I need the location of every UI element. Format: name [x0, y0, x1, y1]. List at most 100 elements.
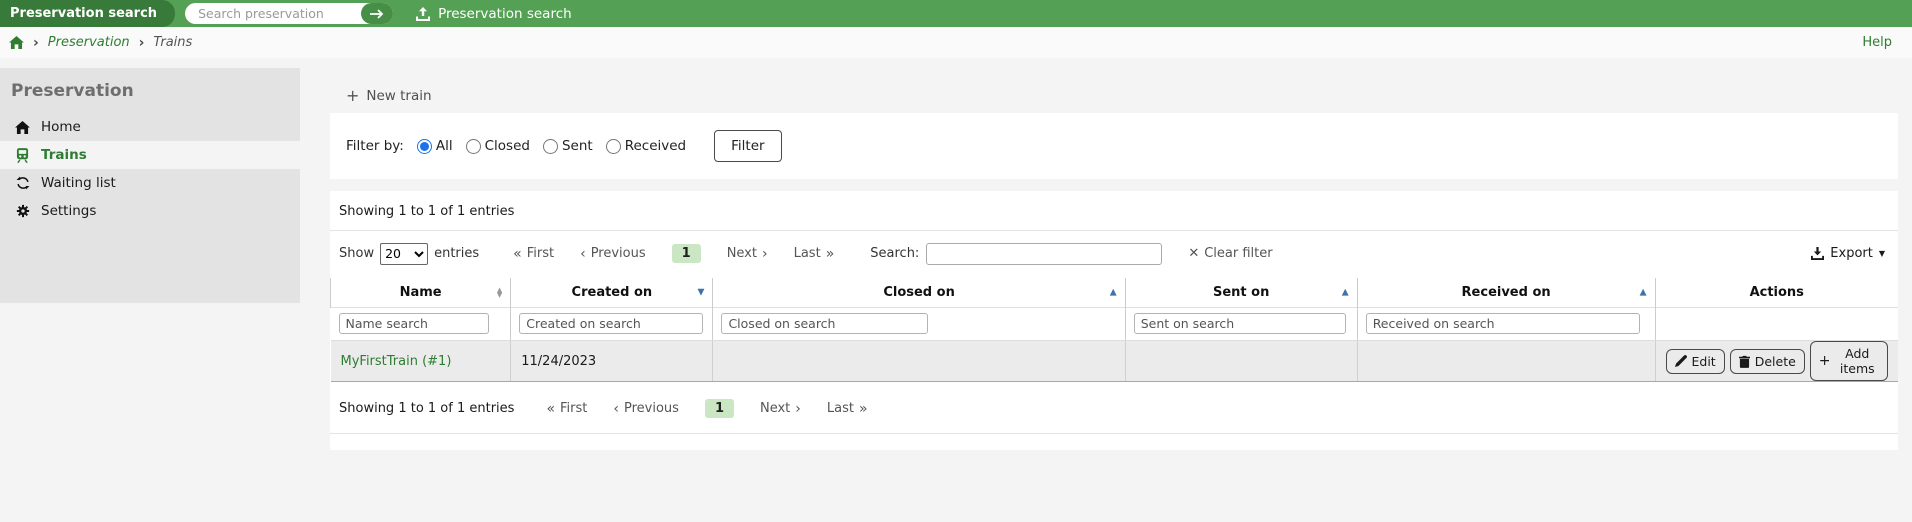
new-train-button[interactable]: + New train: [330, 86, 432, 105]
delete-button[interactable]: Delete: [1729, 348, 1805, 374]
created-on-cell: 11/24/2023: [510, 340, 713, 382]
chevron-right-icon: ›: [33, 34, 39, 51]
filter-radio-all[interactable]: All: [416, 138, 453, 154]
received-on-cell: [1356, 340, 1655, 382]
home-icon: [14, 120, 31, 134]
table-search-input[interactable]: [926, 242, 1163, 265]
pencil-icon: [1674, 355, 1687, 367]
sidebar-item-waiting-list[interactable]: Waiting list: [0, 169, 300, 197]
chevron-right-icon: ›: [795, 400, 801, 417]
table-panel: Showing 1 to 1 of 1 entries Show 20 entr…: [329, 191, 1898, 450]
next-page-button[interactable]: Next ›: [727, 246, 768, 261]
closed-on-search-input[interactable]: [721, 313, 929, 334]
created-on-search-input[interactable]: [519, 313, 703, 334]
add-items-button[interactable]: + Add items: [1809, 341, 1888, 381]
trash-icon: [1738, 355, 1750, 368]
radio-all-input[interactable]: [416, 138, 432, 154]
column-filter-row: [330, 307, 1898, 341]
pagination-top: « First ‹ Previous 1 Next › Last »: [513, 244, 834, 263]
filter-button[interactable]: Filter: [714, 130, 782, 162]
radio-received-input[interactable]: [605, 138, 621, 154]
previous-page-button[interactable]: ‹ Previous: [580, 246, 646, 261]
preservation-search-tab[interactable]: Preservation search: [0, 0, 176, 27]
column-header-created-on[interactable]: Created on ▼: [510, 278, 713, 308]
chevron-right-icon: ›: [138, 34, 145, 51]
show-label: Show: [339, 246, 375, 261]
sidebar-item-label: Trains: [41, 147, 87, 163]
main-area: Preservation Home Trains Waiting list Se…: [0, 58, 1912, 450]
sort-asc-icon: ▲: [1109, 287, 1117, 297]
filter-by-label: Filter by:: [346, 138, 404, 154]
radio-received-label: Received: [624, 138, 687, 154]
filter-radio-closed[interactable]: Closed: [465, 138, 530, 154]
sort-asc-icon: ▲: [1341, 287, 1349, 297]
filter-radio-received[interactable]: Received: [605, 138, 687, 154]
sort-unsorted-icon: ▲ ▼: [496, 285, 503, 299]
breadcrumb-preservation[interactable]: Preservation: [48, 35, 130, 50]
chevron-left-icon: ‹: [613, 400, 619, 417]
upload-icon: [416, 6, 431, 21]
current-page-button[interactable]: 1: [704, 399, 734, 418]
download-icon: [1811, 247, 1825, 260]
filter-panel: Filter by: All Closed Sent Received Filt…: [330, 113, 1898, 179]
topbar: Preservation search Preservation search: [0, 0, 1912, 27]
first-page-button[interactable]: « First: [513, 246, 554, 261]
bottom-bar: Showing 1 to 1 of 1 entries « First ‹ Pr…: [330, 382, 1898, 433]
first-page-button[interactable]: « First: [546, 401, 587, 416]
arrow-right-icon: [370, 8, 384, 19]
name-search-input[interactable]: [338, 313, 489, 334]
double-chevron-left-icon: «: [513, 245, 522, 262]
table-controls: Show 20 entries « First ‹ Previous 1 Nex…: [330, 231, 1898, 276]
divider: [330, 433, 1898, 434]
received-on-search-input[interactable]: [1365, 313, 1641, 334]
page-size-select[interactable]: 20: [380, 242, 429, 265]
train-name-link[interactable]: MyFirstTrain (#1): [341, 354, 452, 369]
sort-desc-icon: ▼: [697, 287, 705, 297]
next-page-button[interactable]: Next ›: [760, 401, 801, 416]
last-page-button[interactable]: Last »: [827, 401, 868, 416]
topbar-section-text: Preservation search: [438, 5, 572, 22]
sidebar-item-trains[interactable]: Trains: [0, 141, 300, 169]
home-icon[interactable]: [9, 36, 24, 49]
radio-sent-input[interactable]: [542, 138, 558, 154]
column-header-received-on[interactable]: Received on ▲: [1356, 278, 1655, 308]
breadcrumb-trains: Trains: [153, 35, 193, 50]
chevron-left-icon: ‹: [580, 245, 586, 262]
column-header-sent-on[interactable]: Sent on ▲: [1124, 278, 1358, 308]
sent-on-search-input[interactable]: [1133, 313, 1346, 334]
column-header-name[interactable]: Name ▲ ▼: [329, 278, 511, 308]
gear-icon: [14, 204, 31, 218]
new-train-label: New train: [366, 88, 432, 104]
radio-closed-input[interactable]: [465, 138, 481, 154]
radio-all-label: All: [435, 138, 453, 154]
previous-page-button[interactable]: ‹ Previous: [613, 401, 679, 416]
recycle-icon: [14, 176, 31, 190]
table-header-row: Name ▲ ▼ Created on ▼ Closed on ▲ Sent o…: [329, 278, 1898, 308]
clear-filter-button[interactable]: ✕ Clear filter: [1188, 246, 1272, 261]
train-icon: [14, 147, 31, 163]
closed-on-cell: [712, 340, 1126, 382]
caret-down-icon: ▼: [1878, 248, 1885, 258]
content: + New train Filter by: All Closed Sent R…: [329, 58, 1898, 450]
results-summary-top: Showing 1 to 1 of 1 entries: [339, 204, 515, 219]
radio-closed-label: Closed: [484, 138, 530, 154]
current-page-button[interactable]: 1: [671, 244, 701, 263]
breadcrumb: › Preservation › Trains: [9, 35, 192, 50]
last-page-button[interactable]: Last »: [794, 246, 835, 261]
chevron-right-icon: ›: [761, 245, 768, 262]
sidebar-item-settings[interactable]: Settings: [0, 197, 300, 225]
plus-icon: +: [346, 86, 360, 105]
help-link[interactable]: Help: [1862, 35, 1892, 50]
sidebar-item-home[interactable]: Home: [0, 113, 300, 141]
sort-asc-icon: ▲: [1639, 287, 1647, 297]
sidebar-item-label: Home: [41, 119, 81, 135]
entries-label: entries: [434, 246, 480, 261]
column-header-closed-on[interactable]: Closed on ▲: [712, 278, 1126, 308]
pagination-bottom: « First ‹ Previous 1 Next › Last »: [546, 399, 868, 418]
topbar-search: [185, 3, 394, 24]
search-submit-button[interactable]: [361, 3, 394, 24]
export-button[interactable]: Export ▼: [1811, 246, 1885, 261]
edit-button[interactable]: Edit: [1665, 348, 1725, 374]
table-row: MyFirstTrain (#1) 11/24/2023 Edit Delete…: [330, 340, 1898, 382]
filter-radio-sent[interactable]: Sent: [542, 138, 593, 154]
